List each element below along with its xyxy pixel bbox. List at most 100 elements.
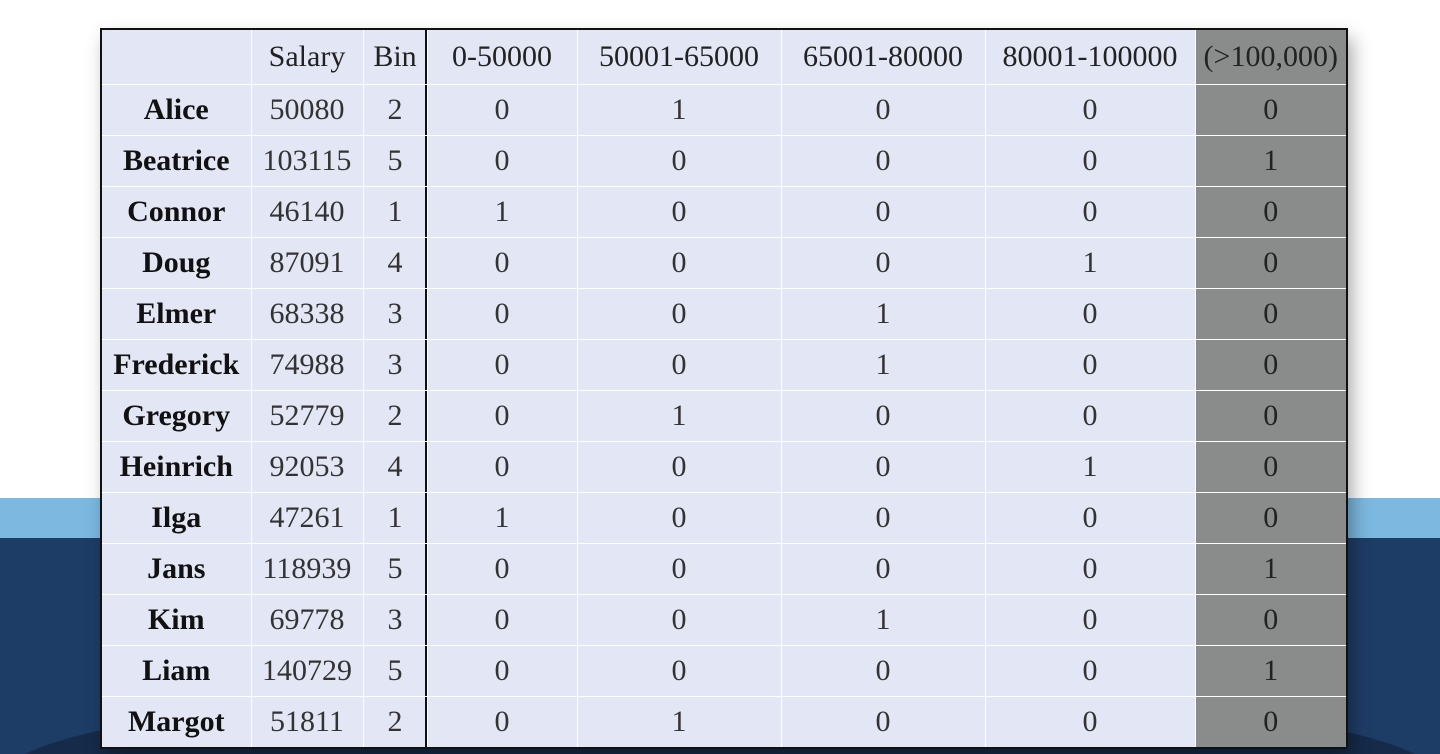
cell-salary: 47261	[251, 493, 363, 544]
table-row: Gregory52779201000	[101, 391, 1347, 442]
cell-range-2: 0	[577, 136, 781, 187]
cell-range-4: 0	[985, 391, 1195, 442]
cell-range-2: 1	[577, 85, 781, 136]
cell-range-5: 0	[1195, 187, 1347, 238]
cell-range-1: 0	[427, 697, 577, 749]
cell-name: Elmer	[101, 289, 251, 340]
cell-name: Heinrich	[101, 442, 251, 493]
cell-name: Alice	[101, 85, 251, 136]
cell-range-1: 0	[427, 544, 577, 595]
cell-range-5: 1	[1195, 136, 1347, 187]
table-header-row: Salary Bin 0-50000 50001-65000 65001-800…	[101, 29, 1347, 85]
cell-range-1: 0	[427, 442, 577, 493]
cell-bin: 4	[363, 442, 427, 493]
cell-salary: 50080	[251, 85, 363, 136]
cell-range-5: 0	[1195, 289, 1347, 340]
cell-range-2: 1	[577, 391, 781, 442]
cell-range-4: 0	[985, 544, 1195, 595]
cell-range-3: 0	[781, 391, 985, 442]
table-row: Margot51811201000	[101, 697, 1347, 749]
cell-bin: 2	[363, 85, 427, 136]
col-range-4: 80001-100000	[985, 29, 1195, 85]
cell-salary: 140729	[251, 646, 363, 697]
cell-range-1: 1	[427, 493, 577, 544]
cell-range-3: 0	[781, 544, 985, 595]
cell-range-4: 0	[985, 136, 1195, 187]
cell-bin: 1	[363, 493, 427, 544]
cell-salary: 46140	[251, 187, 363, 238]
table-row: Jans118939500001	[101, 544, 1347, 595]
cell-range-5: 0	[1195, 85, 1347, 136]
table-row: Ilga47261110000	[101, 493, 1347, 544]
table-row: Kim69778300100	[101, 595, 1347, 646]
cell-range-3: 1	[781, 595, 985, 646]
cell-range-5: 0	[1195, 697, 1347, 749]
col-name	[101, 29, 251, 85]
cell-range-5: 0	[1195, 493, 1347, 544]
cell-range-5: 1	[1195, 646, 1347, 697]
table-row: Frederick74988300100	[101, 340, 1347, 391]
col-salary: Salary	[251, 29, 363, 85]
cell-range-3: 0	[781, 85, 985, 136]
cell-range-1: 0	[427, 646, 577, 697]
cell-range-4: 0	[985, 493, 1195, 544]
cell-range-2: 0	[577, 493, 781, 544]
cell-range-3: 0	[781, 187, 985, 238]
cell-range-4: 0	[985, 340, 1195, 391]
cell-range-2: 0	[577, 289, 781, 340]
cell-range-4: 1	[985, 238, 1195, 289]
cell-bin: 2	[363, 697, 427, 749]
cell-name: Doug	[101, 238, 251, 289]
cell-range-5: 0	[1195, 595, 1347, 646]
cell-bin: 4	[363, 238, 427, 289]
cell-range-1: 1	[427, 187, 577, 238]
cell-range-1: 0	[427, 136, 577, 187]
cell-range-3: 0	[781, 442, 985, 493]
cell-salary: 87091	[251, 238, 363, 289]
cell-range-2: 1	[577, 697, 781, 749]
col-range-3: 65001-80000	[781, 29, 985, 85]
cell-range-1: 0	[427, 340, 577, 391]
cell-range-3: 0	[781, 646, 985, 697]
col-range-5: (>100,000)	[1195, 29, 1347, 85]
cell-range-2: 0	[577, 544, 781, 595]
cell-salary: 69778	[251, 595, 363, 646]
table-head: Salary Bin 0-50000 50001-65000 65001-800…	[101, 29, 1347, 85]
cell-name: Jans	[101, 544, 251, 595]
cell-bin: 1	[363, 187, 427, 238]
cell-name: Beatrice	[101, 136, 251, 187]
cell-range-2: 0	[577, 442, 781, 493]
cell-range-5: 0	[1195, 340, 1347, 391]
cell-range-2: 0	[577, 238, 781, 289]
col-bin: Bin	[363, 29, 427, 85]
table-row: Alice50080201000	[101, 85, 1347, 136]
table-row: Heinrich92053400010	[101, 442, 1347, 493]
cell-salary: 51811	[251, 697, 363, 749]
cell-range-2: 0	[577, 646, 781, 697]
cell-range-1: 0	[427, 238, 577, 289]
cell-range-5: 1	[1195, 544, 1347, 595]
cell-range-4: 0	[985, 697, 1195, 749]
cell-range-4: 0	[985, 595, 1195, 646]
cell-salary: 74988	[251, 340, 363, 391]
cell-range-3: 0	[781, 493, 985, 544]
cell-range-1: 0	[427, 289, 577, 340]
cell-salary: 103115	[251, 136, 363, 187]
table-row: Beatrice103115500001	[101, 136, 1347, 187]
cell-bin: 3	[363, 340, 427, 391]
cell-name: Connor	[101, 187, 251, 238]
table-row: Liam140729500001	[101, 646, 1347, 697]
cell-range-4: 1	[985, 442, 1195, 493]
cell-bin: 5	[363, 136, 427, 187]
table-body: Alice50080201000Beatrice103115500001Conn…	[101, 85, 1347, 749]
cell-range-5: 0	[1195, 238, 1347, 289]
cell-range-3: 0	[781, 238, 985, 289]
cell-salary: 118939	[251, 544, 363, 595]
cell-range-3: 1	[781, 340, 985, 391]
salary-table: Salary Bin 0-50000 50001-65000 65001-800…	[100, 28, 1348, 749]
cell-range-4: 0	[985, 85, 1195, 136]
cell-range-4: 0	[985, 289, 1195, 340]
cell-name: Gregory	[101, 391, 251, 442]
cell-name: Kim	[101, 595, 251, 646]
col-range-1: 0-50000	[427, 29, 577, 85]
